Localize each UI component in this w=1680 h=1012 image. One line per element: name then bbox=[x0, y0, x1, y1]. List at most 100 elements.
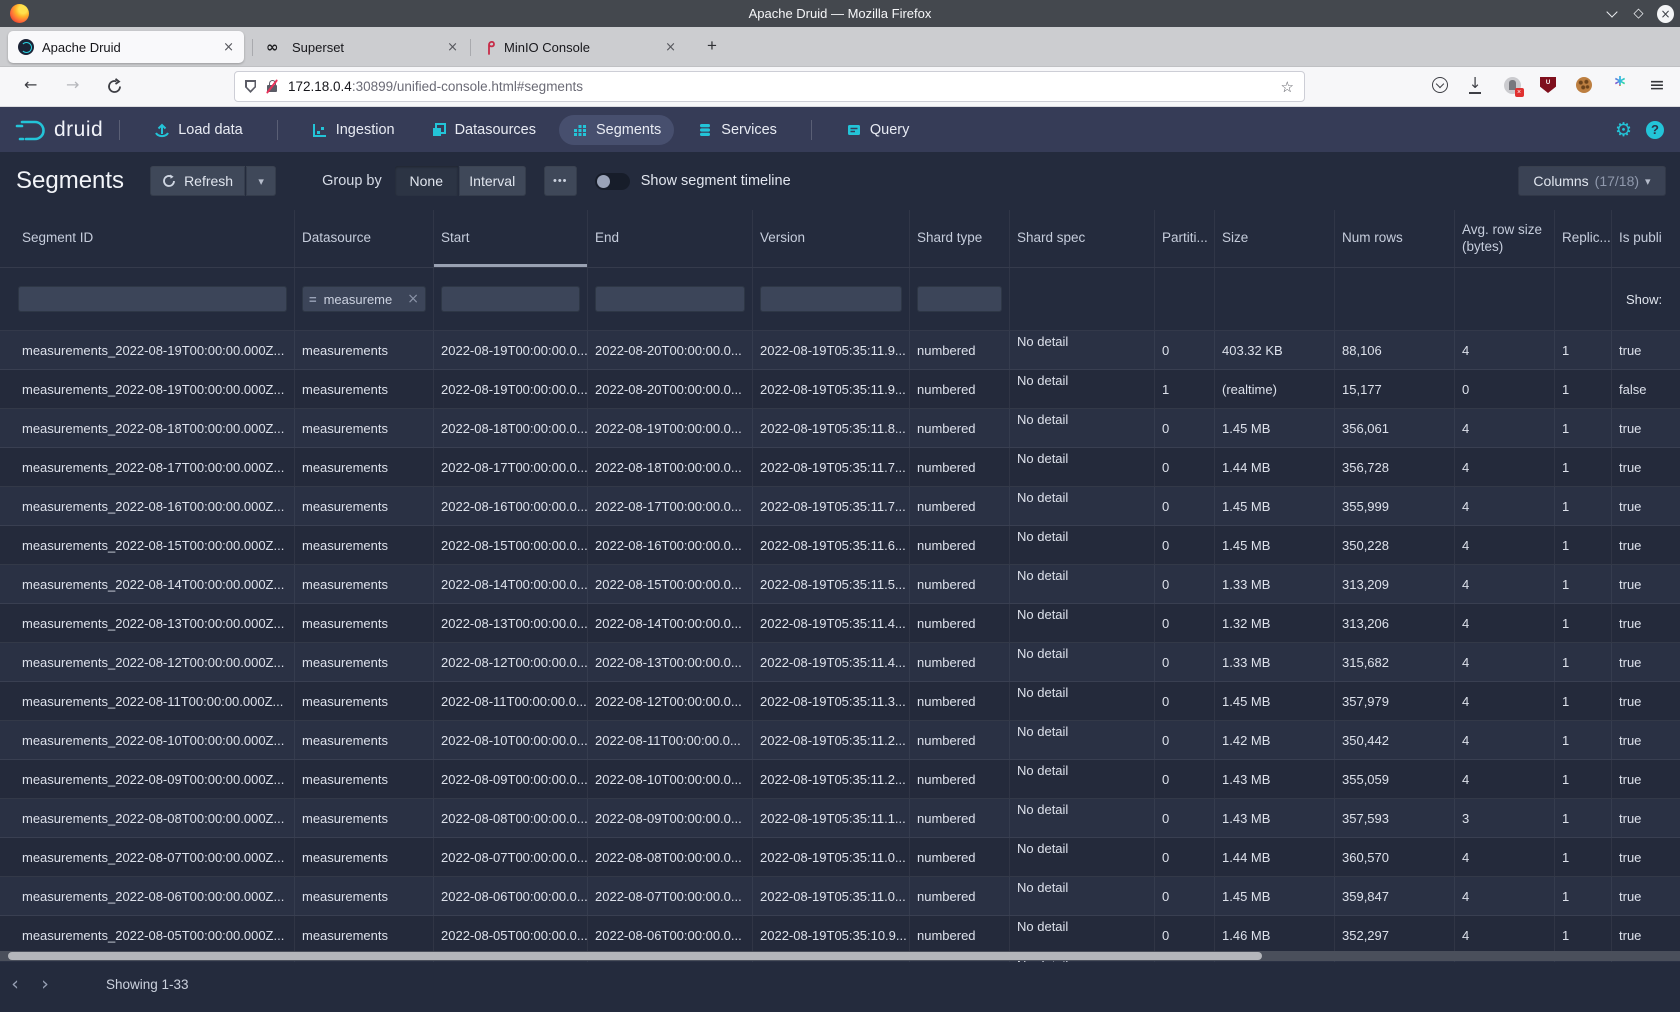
cell-num-rows: 360,570 bbox=[1335, 838, 1455, 876]
pocket-button[interactable] bbox=[1429, 74, 1451, 96]
col-header-end[interactable]: End bbox=[588, 210, 753, 267]
cell-size: 1.45 MB bbox=[1215, 682, 1335, 720]
nav-load-data[interactable]: Load data bbox=[141, 115, 256, 145]
tab-close-icon[interactable]: × bbox=[437, 40, 458, 55]
extension-button[interactable] bbox=[1501, 74, 1523, 96]
maximize-button[interactable]: ◇ bbox=[1630, 5, 1647, 22]
remove-filter-icon[interactable]: × bbox=[407, 291, 419, 307]
cell-shard-spec: No detail bbox=[1010, 526, 1155, 564]
previous-page-button[interactable]: ‹ bbox=[0, 970, 30, 998]
columns-button[interactable]: Columns (17/18) ▾ bbox=[1518, 166, 1666, 196]
col-header-shard-type[interactable]: Shard type bbox=[910, 210, 1010, 267]
minimize-button[interactable] bbox=[1603, 5, 1620, 22]
more-options-button[interactable]: ••• bbox=[544, 166, 577, 196]
nav-services[interactable]: Services bbox=[684, 115, 790, 145]
table-row[interactable]: measurements_2022-08-12T00:00:00.000Z...… bbox=[0, 643, 1680, 682]
group-by-none-button[interactable]: None bbox=[395, 166, 458, 196]
col-header-num-rows[interactable]: Num rows bbox=[1335, 210, 1455, 267]
url-bar[interactable]: 172.18.0.4:30899/unified-console.html#se… bbox=[234, 71, 1305, 102]
tab-minio-console[interactable]: MinIO Console × bbox=[474, 31, 686, 63]
filter-shard-type-input[interactable] bbox=[917, 286, 1002, 312]
bookmark-star-icon[interactable]: ☆ bbox=[1281, 78, 1294, 96]
table-row[interactable]: measurements_2022-08-06T00:00:00.000Z...… bbox=[0, 877, 1680, 916]
col-header-shard-spec[interactable]: Shard spec bbox=[1010, 210, 1155, 267]
next-page-button[interactable]: › bbox=[30, 970, 60, 998]
tab-close-icon[interactable]: × bbox=[655, 40, 676, 55]
menu-button[interactable]: ≡ bbox=[1646, 74, 1668, 96]
ublock-button[interactable]: U bbox=[1537, 74, 1559, 96]
cell-partition: 0 bbox=[1155, 799, 1215, 837]
col-header-start[interactable]: Start bbox=[434, 210, 588, 267]
cell-shard-type: numbered bbox=[910, 760, 1010, 798]
table-row[interactable]: measurements_2022-08-07T00:00:00.000Z...… bbox=[0, 838, 1680, 877]
cell-datasource: measurements bbox=[295, 799, 434, 837]
filter-version-input[interactable] bbox=[760, 286, 902, 312]
col-header-version[interactable]: Version bbox=[753, 210, 910, 267]
help-icon[interactable]: ? bbox=[1646, 121, 1664, 139]
col-header-avg-row-size[interactable]: Avg. row size (bytes) bbox=[1455, 210, 1555, 267]
cell-shard-type: numbered bbox=[910, 409, 1010, 447]
tab-apache-druid[interactable]: Apache Druid × bbox=[8, 31, 244, 63]
nav-segments[interactable]: Segments bbox=[559, 115, 674, 145]
col-header-size[interactable]: Size bbox=[1215, 210, 1335, 267]
filter-is-published-select[interactable]: Show: bbox=[1618, 286, 1680, 312]
table-row[interactable]: measurements_2022-08-11T00:00:00.000Z...… bbox=[0, 682, 1680, 721]
new-tab-button[interactable]: + bbox=[700, 35, 724, 59]
table-row[interactable]: measurements_2022-08-14T00:00:00.000Z...… bbox=[0, 565, 1680, 604]
forward-button[interactable]: → bbox=[66, 75, 79, 94]
languagetool-button[interactable]: * bbox=[1609, 74, 1631, 96]
close-button[interactable]: × bbox=[1657, 5, 1674, 22]
refresh-dropdown-button[interactable]: ▾ bbox=[246, 166, 276, 196]
druid-brand[interactable]: druid bbox=[14, 117, 103, 143]
filter-start-input[interactable] bbox=[441, 286, 580, 312]
filter-segment-id-input[interactable] bbox=[18, 286, 287, 312]
col-header-partition[interactable]: Partiti... bbox=[1155, 210, 1215, 267]
table-row[interactable]: measurements_2022-08-05T00:00:00.000Z...… bbox=[0, 916, 1680, 955]
cell-replication: 1 bbox=[1555, 877, 1612, 915]
cell-start: 2022-08-11T00:00:00.0... bbox=[434, 682, 588, 720]
table-row[interactable]: measurements_2022-08-15T00:00:00.000Z...… bbox=[0, 526, 1680, 565]
reload-button[interactable] bbox=[106, 78, 123, 95]
cell-size: 1.32 MB bbox=[1215, 604, 1335, 642]
table-row[interactable]: measurements_2022-08-16T00:00:00.000Z...… bbox=[0, 487, 1680, 526]
cookie-extension-button[interactable] bbox=[1573, 74, 1595, 96]
filter-datasource-chip[interactable]: = measureme × bbox=[302, 286, 426, 312]
col-header-datasource[interactable]: Datasource bbox=[295, 210, 434, 267]
filter-end-input[interactable] bbox=[595, 286, 745, 312]
table-row[interactable]: measurements_2022-08-08T00:00:00.000Z...… bbox=[0, 799, 1680, 838]
col-header-is-published[interactable]: Is publi bbox=[1612, 210, 1680, 267]
cell-end: 2022-08-08T00:00:00.0... bbox=[588, 838, 753, 876]
downloads-button[interactable]: ↓ bbox=[1464, 74, 1486, 96]
settings-gear-icon[interactable]: ⚙ bbox=[1615, 119, 1632, 141]
equals-icon: = bbox=[309, 292, 317, 307]
horizontal-scrollbar[interactable] bbox=[0, 951, 1680, 961]
cell-datasource: measurements bbox=[295, 331, 434, 369]
tracking-shield-icon[interactable] bbox=[245, 80, 256, 93]
console-icon bbox=[846, 122, 862, 138]
cell-partition: 0 bbox=[1155, 916, 1215, 954]
back-button[interactable]: ← bbox=[24, 75, 37, 94]
table-row[interactable]: measurements_2022-08-17T00:00:00.000Z...… bbox=[0, 448, 1680, 487]
cell-start: 2022-08-15T00:00:00.0... bbox=[434, 526, 588, 564]
nav-ingestion[interactable]: Ingestion bbox=[299, 115, 408, 145]
nav-datasources[interactable]: Datasources bbox=[418, 115, 549, 145]
tab-close-icon[interactable]: × bbox=[213, 40, 234, 55]
cell-segment-id: measurements_2022-08-17T00:00:00.000Z... bbox=[0, 448, 295, 486]
table-row[interactable]: measurements_2022-08-09T00:00:00.000Z...… bbox=[0, 760, 1680, 799]
tab-superset[interactable]: ∞ Superset × bbox=[256, 31, 468, 63]
table-row[interactable]: measurements_2022-08-19T00:00:00.000Z...… bbox=[0, 370, 1680, 409]
scrollbar-thumb[interactable] bbox=[8, 952, 1262, 960]
group-by-interval-button[interactable]: Interval bbox=[459, 166, 526, 196]
table-row[interactable]: measurements_2022-08-10T00:00:00.000Z...… bbox=[0, 721, 1680, 760]
cell-start: 2022-08-17T00:00:00.0... bbox=[434, 448, 588, 486]
refresh-button[interactable]: Refresh bbox=[150, 166, 245, 196]
table-row[interactable]: measurements_2022-08-18T00:00:00.000Z...… bbox=[0, 409, 1680, 448]
insecure-lock-icon[interactable] bbox=[266, 80, 278, 93]
col-header-segment-id[interactable]: Segment ID bbox=[0, 210, 295, 267]
nav-query[interactable]: Query bbox=[833, 115, 923, 145]
cell-version: 2022-08-19T05:35:11.6... bbox=[753, 526, 910, 564]
col-header-replication[interactable]: Replic... bbox=[1555, 210, 1612, 267]
segment-timeline-toggle[interactable] bbox=[595, 173, 630, 190]
table-row[interactable]: measurements_2022-08-13T00:00:00.000Z...… bbox=[0, 604, 1680, 643]
table-row[interactable]: measurements_2022-08-19T00:00:00.000Z...… bbox=[0, 331, 1680, 370]
